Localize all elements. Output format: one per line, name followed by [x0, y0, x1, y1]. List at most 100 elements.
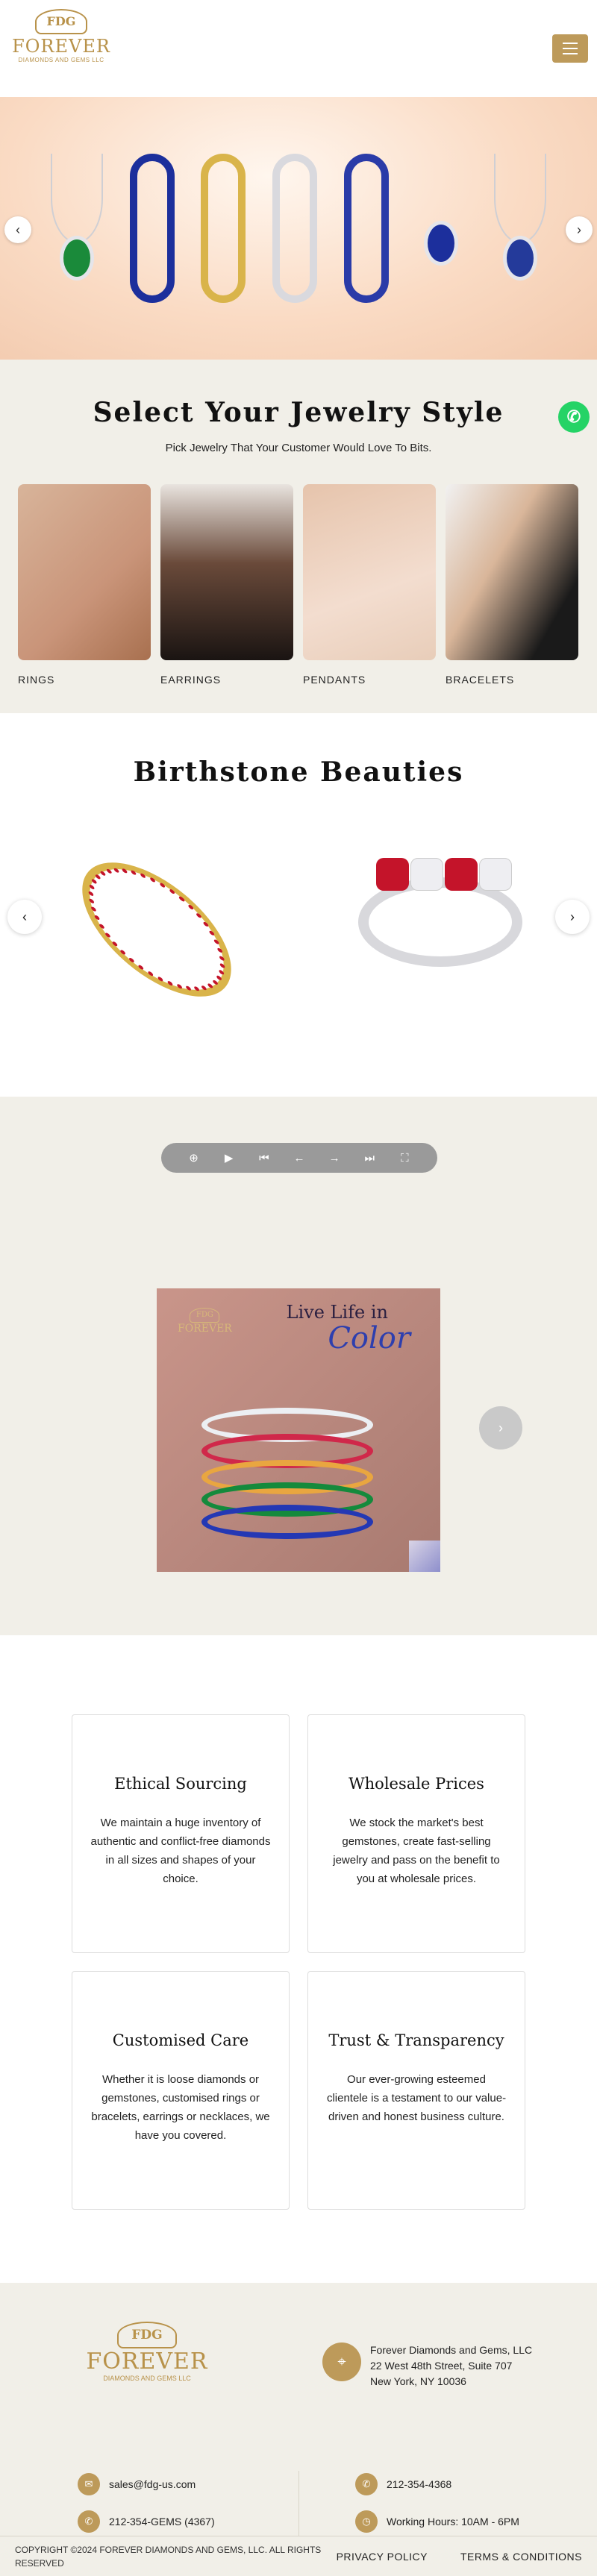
- site-header: FDG FOREVER DIAMONDS AND GEMS LLC: [0, 0, 597, 97]
- footer-logo-name: FOREVER: [86, 2348, 208, 2375]
- clock-icon: ◷: [355, 2510, 378, 2533]
- hero-prev-arrow[interactable]: ‹: [4, 216, 31, 243]
- style-section-subtitle: Pick Jewelry That Your Customer Would Lo…: [165, 442, 432, 454]
- earrings-image: [160, 484, 293, 660]
- footer-logo-subtitle: DIAMONDS AND GEMS LLC: [103, 2375, 191, 2382]
- legal-links: PRIVACY POLICY TERMS & CONDITIONS: [337, 2551, 582, 2563]
- address-text: Forever Diamonds and Gems, LLC 22 West 4…: [370, 2342, 532, 2389]
- feature-card: Trust & Transparency Our ever-growing es…: [307, 1971, 525, 2210]
- footer-logo[interactable]: FDG FOREVER DIAMONDS AND GEMS LLC: [84, 2322, 210, 2382]
- logo-name: FOREVER: [12, 36, 110, 57]
- ring-gems: [376, 858, 512, 891]
- privacy-policy-link[interactable]: PRIVACY POLICY: [337, 2551, 428, 2563]
- gallery-image[interactable]: FDG FOREVER Live Life in Color: [157, 1288, 440, 1572]
- sapphire-stone: [424, 221, 459, 266]
- birthstone-title: Birthstone Beauties: [133, 756, 464, 788]
- ring-stack-image: [201, 1400, 373, 1542]
- copyright-text: COPYRIGHT ©2024 FOREVER DIAMONDS AND GEM…: [15, 2544, 322, 2569]
- feature-text: We maintain a huge inventory of authenti…: [90, 1817, 271, 1885]
- category-earrings[interactable]: EARRINGS: [160, 484, 293, 686]
- feature-card: Wholesale Prices We stock the market's b…: [307, 1714, 525, 1953]
- category-label: BRACELETS: [446, 674, 515, 686]
- gallery-logo: FDG FOREVER: [178, 1308, 232, 1335]
- terms-link[interactable]: TERMS & CONDITIONS: [460, 2551, 582, 2563]
- birthstone-section: Birthstone Beauties ‹ ›: [0, 713, 597, 1097]
- emerald-pendant-image: [50, 154, 103, 303]
- feature-text: Our ever-growing esteemed clientele is a…: [326, 2073, 507, 2123]
- phone-icon: ✆: [355, 2473, 378, 2495]
- first-slide-icon[interactable]: ⏮: [253, 1152, 275, 1165]
- gallery-tagline: Live Life in: [286, 1302, 388, 1323]
- hamburger-menu-button[interactable]: [552, 34, 588, 63]
- birthstone-prev-arrow[interactable]: ‹: [7, 900, 42, 934]
- feature-text: We stock the market's best gemstones, cr…: [333, 1817, 500, 1885]
- category-rings[interactable]: RINGS: [18, 484, 151, 686]
- menu-line: [563, 43, 578, 44]
- footer-bottom-bar: COPYRIGHT ©2024 FOREVER DIAMONDS AND GEM…: [0, 2536, 597, 2576]
- fullscreen-icon[interactable]: ⛶: [393, 1152, 416, 1165]
- phone-link[interactable]: 212-354-4368: [387, 2478, 451, 2490]
- gallery-toolbar: ⊕ ▶ ⏮ ← → ⏭ ⛶: [161, 1143, 437, 1173]
- location-pin-icon: ⌖: [322, 2342, 361, 2381]
- footer-address: ⌖ Forever Diamonds and Gems, LLC 22 West…: [322, 2342, 532, 2389]
- feature-card: Ethical Sourcing We maintain a huge inve…: [72, 1714, 290, 1953]
- phone-link[interactable]: 212-354-GEMS (4367): [109, 2516, 215, 2528]
- page-curl: [409, 1541, 440, 1572]
- diamond-gem: [479, 858, 512, 891]
- last-slide-icon[interactable]: ⏭: [358, 1152, 381, 1165]
- menu-line: [563, 48, 578, 49]
- category-list: RINGS EARRINGS PENDANTS BRACELETS: [0, 484, 597, 686]
- image-gallery-section: ⊕ ▶ ⏮ ← → ⏭ ⛶ FDG FOREVER Live Life in C…: [0, 1097, 597, 1635]
- category-label: EARRINGS: [160, 674, 222, 686]
- sapphire-earrings-image: [415, 154, 467, 303]
- sapphire-stone: [503, 236, 538, 281]
- prev-slide-icon[interactable]: ←: [288, 1152, 310, 1165]
- gallery-logo-name: FOREVER: [178, 1323, 232, 1335]
- footer-phone-1[interactable]: ✆ 212-354-4368: [355, 2473, 451, 2495]
- pendants-image: [303, 484, 436, 660]
- menu-line: [563, 53, 578, 54]
- next-slide-icon[interactable]: →: [323, 1152, 346, 1165]
- hero-slider: ‹ ›: [0, 97, 597, 360]
- bracelets-image: [446, 484, 578, 660]
- address-line: New York, NY 10036: [370, 2375, 466, 2387]
- ruby-band-image: [201, 154, 246, 303]
- footer-hours: ◷ Working Hours: 10AM - 6PM: [355, 2510, 519, 2533]
- feature-title: Trust & Transparency: [328, 2031, 504, 2049]
- jewelry-style-section: Select Your Jewelry Style Pick Jewelry T…: [0, 360, 597, 713]
- style-section-title: Select Your Jewelry Style: [93, 397, 504, 428]
- category-label: RINGS: [18, 674, 55, 686]
- birthstone-carousel: [0, 818, 597, 1064]
- whatsapp-icon[interactable]: ✆: [558, 401, 590, 433]
- footer-phone-2[interactable]: ✆ 212-354-GEMS (4367): [78, 2510, 215, 2533]
- email-icon: ✉: [78, 2473, 100, 2495]
- email-link[interactable]: sales@fdg-us.com: [109, 2478, 196, 2490]
- pendant-chain: [50, 154, 103, 243]
- logo-badge: FDG: [35, 9, 87, 34]
- footer-email[interactable]: ✉ sales@fdg-us.com: [78, 2473, 196, 2495]
- category-bracelets[interactable]: BRACELETS: [446, 484, 578, 686]
- hero-next-arrow[interactable]: ›: [566, 216, 593, 243]
- phone-icon: ✆: [78, 2510, 100, 2533]
- footer-divider: [298, 2471, 299, 2536]
- pendant-chain: [494, 154, 547, 243]
- feature-title: Wholesale Prices: [348, 1775, 484, 1793]
- emerald-stone: [59, 236, 94, 281]
- category-pendants[interactable]: PENDANTS: [303, 484, 436, 686]
- site-logo[interactable]: FDG FOREVER DIAMONDS AND GEMS LLC: [9, 9, 113, 76]
- hero-jewelry-image: [37, 127, 560, 330]
- sapphire-pendant-image: [494, 154, 547, 303]
- gallery-logo-badge: FDG: [190, 1308, 220, 1323]
- logo-subtitle: DIAMONDS AND GEMS LLC: [18, 57, 104, 63]
- birthstone-next-arrow[interactable]: ›: [555, 900, 590, 934]
- play-icon[interactable]: ▶: [218, 1151, 240, 1165]
- ruby-diamond-ring-product[interactable]: [358, 858, 522, 967]
- sapphire-band-image: [129, 154, 175, 303]
- sapphire-ring-image: [343, 154, 389, 303]
- feature-title: Customised Care: [112, 2031, 249, 2049]
- sapphire-band: [201, 1505, 373, 1539]
- diamond-band-image: [272, 154, 317, 303]
- gallery-next-button[interactable]: ›: [479, 1406, 522, 1450]
- footer-logo-badge: FDG: [117, 2322, 177, 2348]
- zoom-icon[interactable]: ⊕: [183, 1151, 205, 1165]
